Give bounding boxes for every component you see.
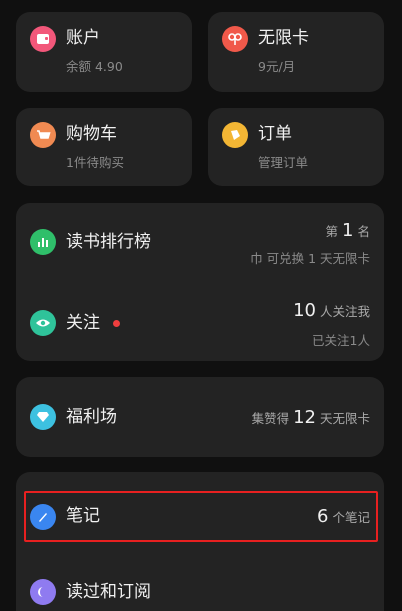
followers-count: 10 人关注我 [289,300,370,321]
account-card[interactable]: 账户 余额 4.90 [16,12,192,92]
half-moon-icon [30,579,56,605]
ranking-follow-card: 读书排行榜 第1名 巾 可兑换 1 天无限卡 关注 10 人关注我 已关注1人 [16,203,384,361]
cart-icon [30,122,56,148]
ranking-prefix: 第 [325,224,339,239]
cart-title: 购物车 [66,124,117,144]
ranking-suffix: 名 [357,224,370,239]
bar-chart-icon [30,229,56,255]
membership-card[interactable]: 无限卡 9元/月 [208,12,384,92]
wallet-icon [30,26,56,52]
membership-price: 9元/月 [258,59,296,74]
account-title: 账户 [66,28,100,48]
ranking-position: 第1名 [326,220,370,241]
welfare-reward: 集赞得 12 天无限卡 [252,407,370,428]
welfare-card[interactable]: 福利场 集赞得 12 天无限卡 [16,377,384,457]
ranking-row[interactable]: 读书排行榜 第1名 巾 可兑换 1 天无限卡 [16,203,384,281]
orders-card[interactable]: 订单 管理订单 [208,108,384,186]
followers-suffix: 人关注我 [319,304,370,319]
welfare-value: 12 [293,407,316,428]
notes-highlight-box [24,491,378,542]
orders-manage: 管理订单 [258,155,309,170]
welfare-suffix: 天无限卡 [319,411,370,426]
eye-icon [30,310,56,336]
ranking-value: 1 [342,220,354,241]
ranking-title: 读书排行榜 [66,232,151,252]
read-subscribe-title: 读过和订阅 [66,582,151,602]
follow-row[interactable]: 关注 10 人关注我 已关注1人 [16,283,384,361]
diamond-icon [30,404,56,430]
followers-value: 10 [293,300,316,321]
orders-title: 订单 [258,124,292,144]
cart-card[interactable]: 购物车 1件待购买 [16,108,192,186]
profile-page: 账户 余额 4.90 无限卡 9元/月 购物车 1件待购买 订单 管理订单 读书… [0,0,402,611]
following-count: 已关注1人 [312,333,370,348]
cart-pending: 1件待购买 [66,155,124,170]
ticket-icon [222,122,248,148]
account-balance: 余额 4.90 [66,59,123,74]
follow-title: 关注 [66,313,100,333]
ranking-reward: 巾 可兑换 1 天无限卡 [250,251,370,266]
notification-dot [113,320,120,327]
welfare-prefix: 集赞得 [251,411,290,426]
welfare-title: 福利场 [66,407,117,427]
infinity-card-icon [222,26,248,52]
membership-title: 无限卡 [258,28,309,48]
read-subscribe-row[interactable]: 读过和订阅 [16,568,384,611]
